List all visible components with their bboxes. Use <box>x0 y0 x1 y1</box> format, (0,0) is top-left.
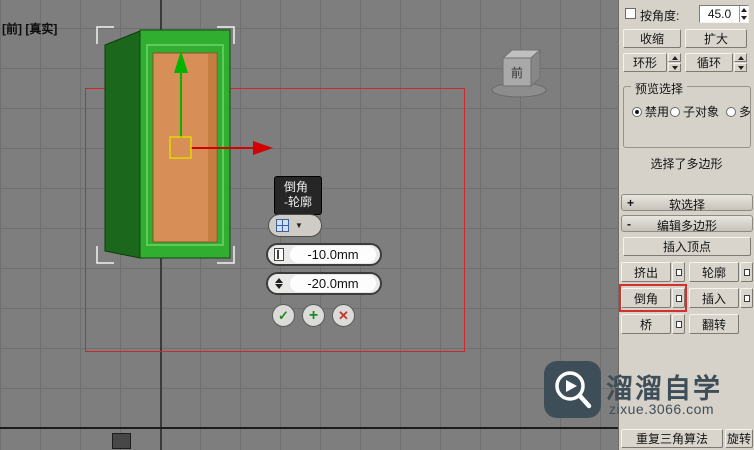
bevel-settings-button[interactable] <box>672 288 685 308</box>
radio-dot <box>632 106 642 117</box>
ring-spinner[interactable] <box>668 53 681 72</box>
preview-multiple-radio[interactable]: 多个 <box>726 103 750 120</box>
loop-button[interactable]: 循环 <box>685 53 733 72</box>
gizmo-x-arrowhead <box>253 141 273 155</box>
by-angle-value[interactable]: 45.0 <box>700 6 739 22</box>
timeline-marker <box>112 433 131 449</box>
shrink-button[interactable]: 收缩 <box>623 29 681 48</box>
preview-disable-radio[interactable]: 禁用 <box>632 103 669 120</box>
viewport-label[interactable]: [前] [真实] <box>2 20 57 37</box>
bridge-settings-button[interactable] <box>672 314 685 334</box>
radio-dot <box>670 106 680 117</box>
door-object[interactable] <box>104 29 231 259</box>
rollout-edit-polygons[interactable]: - 编辑多边形 <box>621 215 753 233</box>
by-angle-input[interactable]: 45.0 <box>699 5 749 23</box>
caddy-apply-button[interactable]: ✓ <box>272 304 295 327</box>
bevel-type-dropdown[interactable]: ▼ <box>268 214 322 237</box>
by-angle-spinner[interactable] <box>739 6 748 22</box>
caddy-tooltip-title: 倒角 <box>284 180 309 194</box>
preview-subobject-radio[interactable]: 子对象 <box>670 103 719 120</box>
watermark-url: zixue.3066.com <box>609 401 715 417</box>
flip-button[interactable]: 翻转 <box>689 314 739 334</box>
plus-icon: + <box>308 306 319 324</box>
loop-spinner[interactable] <box>734 53 747 72</box>
inset-settings-button[interactable] <box>740 288 753 308</box>
height-field-icon <box>274 248 284 261</box>
viewcube[interactable]: 前 <box>488 42 552 100</box>
ring-button[interactable]: 环形 <box>623 53 667 72</box>
by-angle-label: 按角度: <box>640 9 680 23</box>
check-icon: ✓ <box>278 307 289 323</box>
chevron-down-icon[interactable]: ▼ <box>295 221 303 230</box>
outline-settings-button[interactable] <box>740 262 753 282</box>
insert-vertex-button[interactable]: 插入顶点 <box>623 237 751 256</box>
grid-origin-horizontal-line <box>0 427 618 429</box>
rotate-button[interactable]: 旋转 <box>725 429 753 448</box>
caddy-cancel-button[interactable]: ✕ <box>332 304 355 327</box>
by-angle-checkbox[interactable] <box>625 8 636 19</box>
retriangulate-button[interactable]: 重复三角算法 <box>621 429 723 448</box>
extrude-button[interactable]: 挤出 <box>621 262 671 282</box>
inset-button[interactable]: 插入 <box>689 288 739 308</box>
bevel-height-value[interactable]: -10.0mm <box>290 246 376 263</box>
bevel-height-field[interactable]: -10.0mm <box>266 243 382 266</box>
caddy-apply-continue-button[interactable]: + <box>302 304 325 327</box>
selection-status-text: 选择了多边形 <box>650 157 723 171</box>
scene-canvas <box>96 26 273 264</box>
outline-field-spinner[interactable] <box>268 274 290 293</box>
settings-box-icon <box>675 268 682 276</box>
bridge-button[interactable]: 桥 <box>621 314 671 334</box>
extrude-settings-button[interactable] <box>672 262 685 282</box>
bevel-outline-value[interactable]: -20.0mm <box>290 275 376 292</box>
grow-button[interactable]: 扩大 <box>685 29 747 48</box>
3dsmax-window: [前] [真实] 前 倒角 -轮廓 ▼ -10.0mm -20.0mm ✓ + … <box>0 0 754 450</box>
caddy-tooltip-sub: -轮廓 <box>284 195 312 209</box>
viewcube-face-label[interactable]: 前 <box>511 65 523 80</box>
watermark-logo <box>544 361 601 418</box>
settings-box-icon <box>675 294 682 302</box>
settings-box-icon <box>675 320 682 328</box>
settings-box-icon <box>743 268 750 276</box>
viewport-front[interactable]: [前] [真实] 前 倒角 -轮廓 ▼ -10.0mm -20.0mm ✓ + … <box>0 0 618 450</box>
magnifier-play-icon <box>555 371 592 409</box>
caddy-tooltip: 倒角 -轮廓 <box>274 176 322 215</box>
bevel-type-icon <box>276 219 289 232</box>
preview-selection-title: 预览选择 <box>631 80 688 97</box>
bevel-outline-field[interactable]: -20.0mm <box>266 272 382 295</box>
settings-box-icon <box>743 294 750 302</box>
outline-button[interactable]: 轮廓 <box>689 262 739 282</box>
rollout-soft-selection[interactable]: + 软选择 <box>621 194 753 212</box>
bevel-button[interactable]: 倒角 <box>621 288 671 308</box>
close-icon: ✕ <box>338 307 349 323</box>
radio-dot <box>726 106 736 117</box>
